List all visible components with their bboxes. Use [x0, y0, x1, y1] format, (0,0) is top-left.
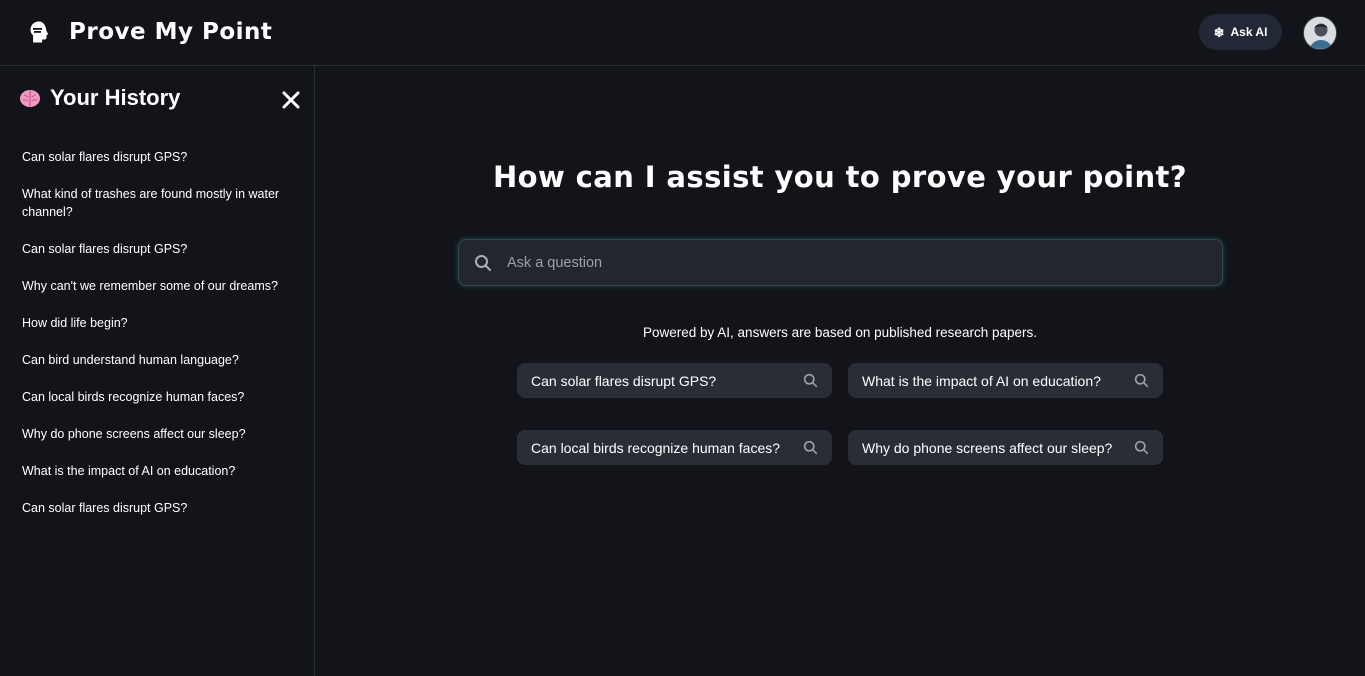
history-list: Can solar flares disrupt GPS? What kind …: [22, 148, 292, 536]
history-item[interactable]: Can solar flares disrupt GPS?: [22, 240, 292, 258]
user-avatar-image: [1304, 17, 1336, 49]
ask-ai-label: Ask AI: [1230, 25, 1268, 39]
history-sidebar: Your History Can solar flares disrupt GP…: [0, 66, 315, 676]
search-input[interactable]: [507, 240, 1207, 285]
suggestion-chip[interactable]: Why do phone screens affect our sleep?: [848, 430, 1163, 465]
sparkle-icon: ❄: [1213, 24, 1225, 40]
history-item[interactable]: Can solar flares disrupt GPS?: [22, 499, 292, 517]
suggestion-label: Can local birds recognize human faces?: [531, 439, 781, 456]
suggestion-label: What is the impact of AI on education?: [862, 372, 1101, 389]
suggestion-chip[interactable]: Can solar flares disrupt GPS?: [517, 363, 832, 398]
history-item[interactable]: Can local birds recognize human faces?: [22, 388, 292, 406]
powered-by-text: Powered by AI, answers are based on publ…: [643, 325, 1037, 340]
ask-ai-button[interactable]: ❄ Ask AI: [1199, 14, 1282, 50]
search-box[interactable]: [458, 239, 1223, 286]
history-item[interactable]: Can solar flares disrupt GPS?: [22, 148, 292, 166]
suggestion-chip[interactable]: Can local birds recognize human faces?: [517, 430, 832, 465]
search-icon: [1134, 440, 1149, 455]
history-title: Your History: [50, 85, 181, 110]
search-icon: [475, 255, 491, 271]
suggestion-label: Why do phone screens affect our sleep?: [862, 439, 1113, 456]
page-title: How can I assist you to prove your point…: [492, 160, 1188, 194]
head-silhouette-icon[interactable]: [27, 20, 51, 44]
suggestion-label: Can solar flares disrupt GPS?: [531, 372, 717, 389]
history-item[interactable]: What kind of trashes are found mostly in…: [22, 185, 292, 221]
history-item[interactable]: Can bird understand human language?: [22, 351, 292, 369]
search-icon: [803, 373, 818, 388]
top-bar: Prove My Point ❄ Ask AI: [0, 0, 1365, 66]
brain-icon: [20, 90, 40, 107]
history-header: Your History: [19, 85, 180, 111]
suggestion-chip[interactable]: What is the impact of AI on education?: [848, 363, 1163, 398]
history-item[interactable]: How did life begin?: [22, 314, 292, 332]
avatar[interactable]: [1303, 16, 1337, 50]
search-icon: [1134, 373, 1149, 388]
close-icon[interactable]: [281, 90, 301, 110]
history-item[interactable]: What is the impact of AI on education?: [22, 462, 292, 480]
brand-title[interactable]: Prove My Point: [69, 16, 272, 48]
history-item[interactable]: Why do phone screens affect our sleep?: [22, 425, 292, 443]
history-item[interactable]: Why can't we remember some of our dreams…: [22, 277, 292, 295]
search-icon: [803, 440, 818, 455]
